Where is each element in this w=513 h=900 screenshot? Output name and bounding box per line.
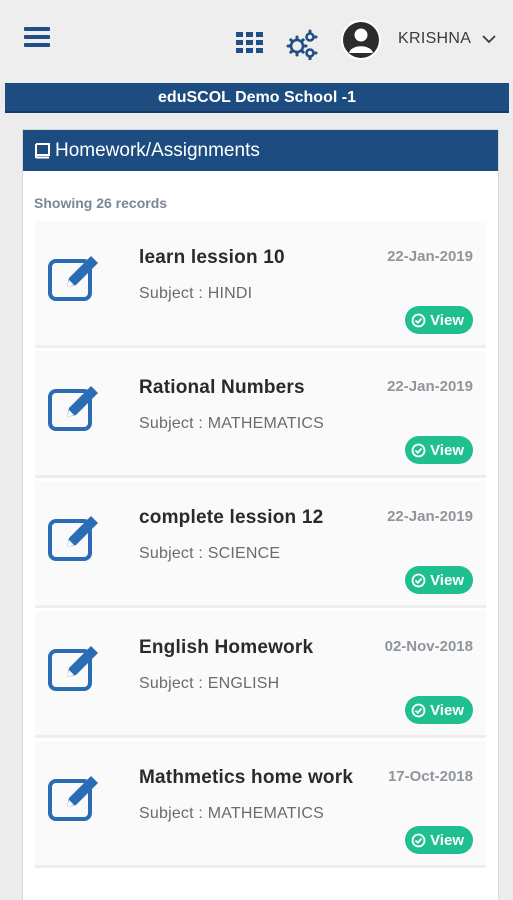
book-icon — [34, 142, 50, 158]
check-circle-icon — [411, 573, 426, 587]
item-subject: Subject : HINDI — [139, 285, 253, 302]
item-date: 22-Jan-2019 — [387, 508, 473, 525]
item-subject: Subject : SCIENCE — [139, 545, 281, 562]
item-title: complete lession 12 — [139, 507, 324, 528]
edit-icon — [48, 256, 98, 301]
homework-list: learn lession 10 Subject : HINDI 22-Jan-… — [35, 221, 486, 868]
check-circle-icon — [411, 443, 426, 457]
view-button[interactable]: View — [405, 306, 473, 334]
view-button[interactable]: View — [405, 436, 473, 464]
homework-panel: Homework/Assignments Showing 26 records … — [22, 129, 499, 900]
edit-icon — [48, 386, 98, 431]
item-subject: Subject : MATHEMATICS — [139, 415, 324, 432]
item-date: 22-Jan-2019 — [387, 378, 473, 395]
list-item[interactable]: Rational Numbers Subject : MATHEMATICS 2… — [35, 351, 486, 478]
records-count: Showing 26 records — [34, 195, 168, 211]
item-title: learn lession 10 — [139, 247, 285, 268]
panel-title: Homework/Assignments — [55, 139, 260, 161]
list-item[interactable]: complete lession 12 Subject : SCIENCE 22… — [35, 481, 486, 608]
item-date: 02-Nov-2018 — [384, 638, 473, 655]
view-label: View — [430, 831, 464, 849]
view-button[interactable]: View — [405, 826, 473, 854]
username-label[interactable]: KRISHNA — [398, 30, 471, 48]
list-item[interactable]: Mathmetics home work Subject : MATHEMATI… — [35, 741, 486, 868]
edit-icon — [48, 646, 98, 691]
item-subject: Subject : MATHEMATICS — [139, 805, 324, 822]
list-item[interactable]: learn lession 10 Subject : HINDI 22-Jan-… — [35, 221, 486, 348]
view-label: View — [430, 701, 464, 719]
school-name-bar: eduSCOL Demo School -1 — [5, 83, 509, 113]
view-label: View — [430, 571, 464, 589]
item-date: 22-Jan-2019 — [387, 248, 473, 265]
gears-icon[interactable] — [286, 28, 318, 60]
item-subject: Subject : ENGLISH — [139, 675, 280, 692]
check-circle-icon — [411, 313, 426, 327]
edit-icon — [48, 516, 98, 561]
item-date: 17-Oct-2018 — [387, 768, 473, 785]
edit-icon — [48, 776, 98, 821]
grid-apps-icon[interactable] — [236, 32, 264, 54]
hamburger-menu-icon[interactable] — [24, 27, 50, 51]
item-title: Mathmetics home work — [139, 767, 354, 788]
view-button[interactable]: View — [405, 566, 473, 594]
view-button[interactable]: View — [405, 696, 473, 724]
check-circle-icon — [411, 833, 426, 847]
list-item[interactable]: English Homework Subject : ENGLISH 02-No… — [35, 611, 486, 738]
panel-header: Homework/Assignments — [23, 130, 498, 171]
view-label: View — [430, 441, 464, 459]
user-avatar-icon[interactable] — [341, 20, 381, 60]
check-circle-icon — [411, 703, 426, 717]
top-bar: KRISHNA — [0, 0, 513, 82]
view-label: View — [430, 311, 464, 329]
chevron-down-icon[interactable] — [481, 31, 497, 47]
item-title: Rational Numbers — [139, 377, 305, 398]
item-title: English Homework — [139, 637, 314, 658]
